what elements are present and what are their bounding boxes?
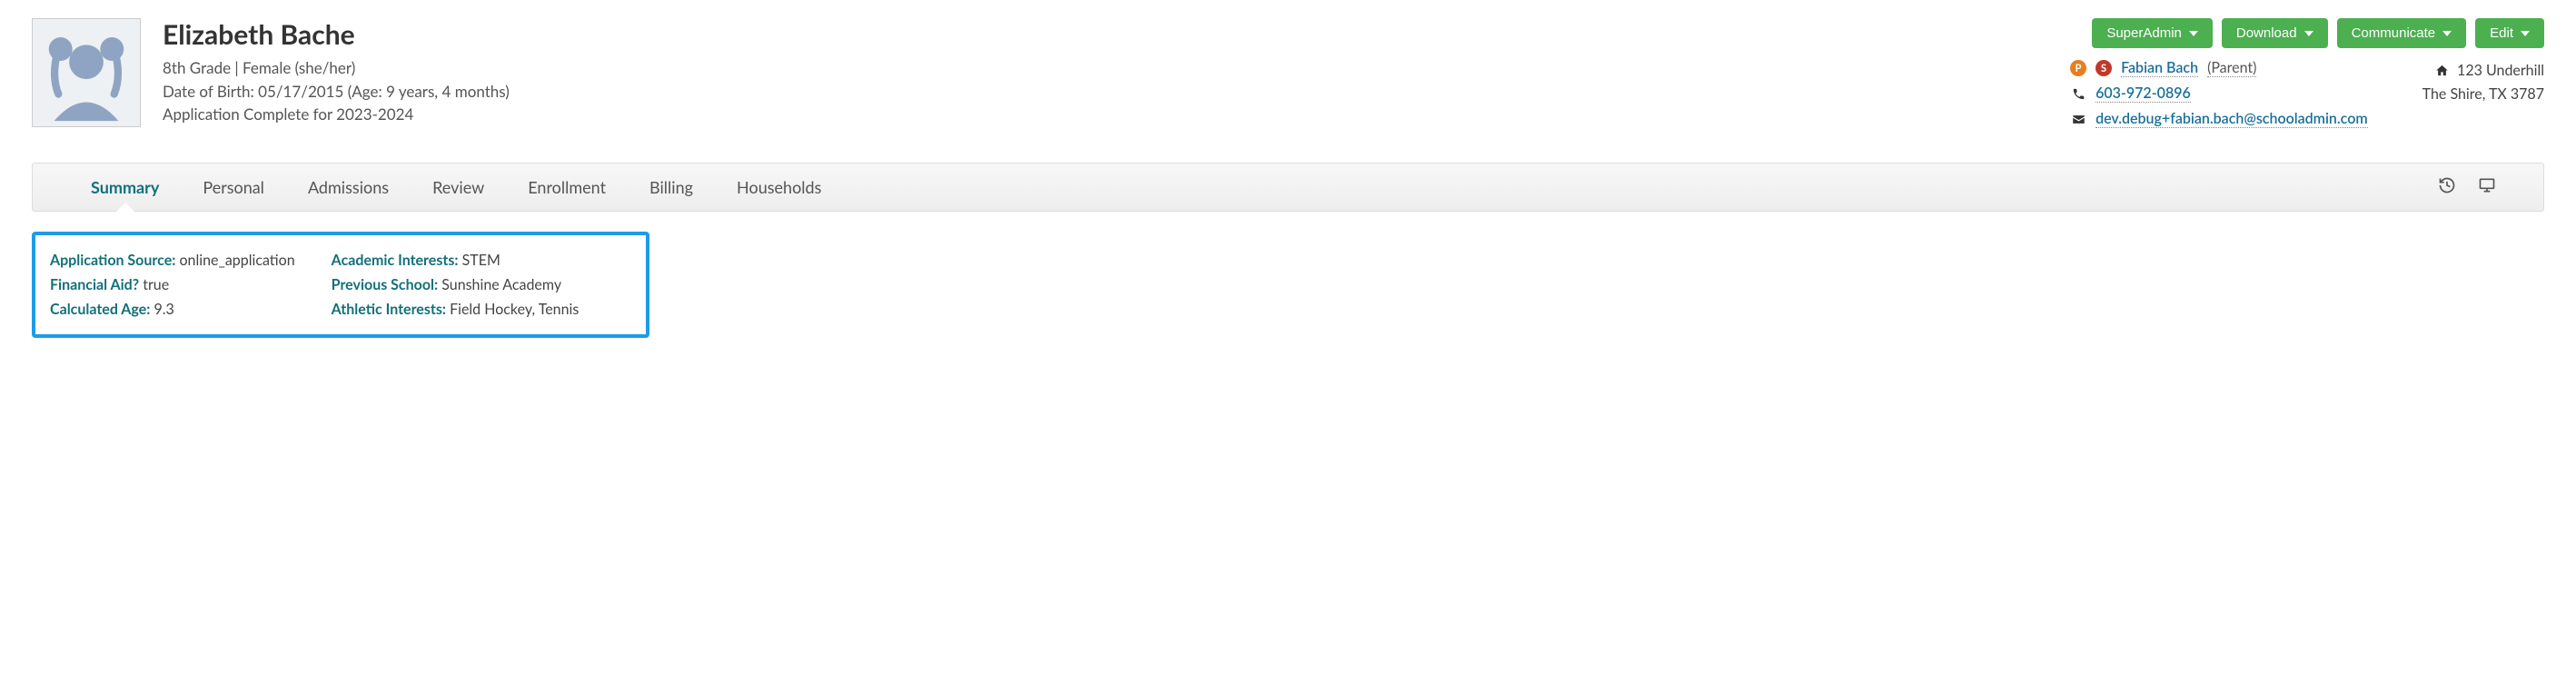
tab-households-label: Households — [737, 177, 821, 197]
app-source-label: Application Source: — [50, 252, 175, 269]
address-line2: The Shire, TX 3787 — [2422, 83, 2544, 106]
contact-phone-line: 603-972-0896 — [2070, 84, 2368, 103]
contact-name-link[interactable]: Fabian Bach — [2121, 59, 2198, 77]
profile-info: Elizabeth Bache 8th Grade | Female (she/… — [163, 18, 2048, 126]
profile-dob: Date of Birth: 05/17/2015 (Age: 9 years,… — [163, 80, 2048, 104]
avatar[interactable] — [32, 18, 141, 127]
edit-button[interactable]: Edit — [2475, 18, 2544, 48]
tab-enrollment-label: Enrollment — [528, 177, 606, 197]
communicate-label: Communicate — [2352, 25, 2436, 41]
chevron-down-icon — [2189, 31, 2198, 36]
address-line1: 123 Underhill — [2457, 59, 2544, 83]
tab-billing-label: Billing — [649, 177, 693, 197]
tab-personal[interactable]: Personal — [181, 164, 286, 211]
chevron-down-icon — [2521, 31, 2530, 36]
prev-school-value: Sunshine Academy — [441, 276, 561, 293]
tab-personal-label: Personal — [203, 177, 264, 197]
acad-int-label: Academic Interests: — [332, 252, 459, 269]
summary-row: Athletic Interests: Field Hockey, Tennis — [332, 301, 580, 318]
profile-status: Application Complete for 2023-2024 — [163, 103, 2048, 126]
tab-review-label: Review — [432, 177, 484, 197]
edit-label: Edit — [2490, 25, 2513, 41]
contact-column: P S Fabian Bach (Parent) 603-972-0896 de… — [2070, 59, 2368, 128]
history-icon[interactable] — [2427, 176, 2467, 199]
summary-row: Financial Aid? true — [50, 276, 295, 293]
action-buttons: SuperAdmin Download Communicate Edit — [2092, 18, 2544, 48]
tabs-bar: Summary Personal Admissions Review Enrol… — [32, 163, 2544, 212]
contact-address: P S Fabian Bach (Parent) 603-972-0896 de… — [2070, 59, 2544, 128]
profile-header: Elizabeth Bache 8th Grade | Female (she/… — [32, 18, 2544, 128]
superadmin-button[interactable]: SuperAdmin — [2092, 18, 2213, 48]
summary-row: Previous School: Sunshine Academy — [332, 276, 580, 293]
communicate-button[interactable]: Communicate — [2337, 18, 2467, 48]
profile-grade-gender: 8th Grade | Female (she/her) — [163, 56, 2048, 80]
ath-int-label: Athletic Interests: — [332, 301, 446, 318]
summary-highlight-box: Application Source: online_application F… — [32, 232, 649, 338]
tab-summary[interactable]: Summary — [69, 164, 181, 211]
download-button[interactable]: Download — [2222, 18, 2328, 48]
tab-admissions-label: Admissions — [308, 177, 389, 197]
primary-badge-icon: P — [2070, 60, 2086, 76]
contact-relation: (Parent) — [2207, 59, 2256, 77]
tab-enrollment[interactable]: Enrollment — [506, 164, 628, 211]
fin-aid-label: Financial Aid? — [50, 276, 139, 293]
contact-name-line: P S Fabian Bach (Parent) — [2070, 59, 2368, 77]
tab-households[interactable]: Households — [715, 164, 843, 211]
home-icon — [2433, 64, 2450, 77]
monitor-icon[interactable] — [2467, 176, 2507, 199]
contact-email-line: dev.debug+fabian.bach@schooladmin.com — [2070, 110, 2368, 128]
download-label: Download — [2236, 25, 2297, 41]
app-source-value: online_application — [179, 252, 294, 269]
address-column: 123 Underhill The Shire, TX 3787 — [2422, 59, 2544, 105]
superadmin-label: SuperAdmin — [2106, 25, 2182, 41]
tab-admissions[interactable]: Admissions — [286, 164, 411, 211]
tab-summary-label: Summary — [91, 177, 159, 197]
phone-icon — [2070, 87, 2086, 101]
summary-row: Academic Interests: STEM — [332, 252, 580, 269]
tab-billing[interactable]: Billing — [628, 164, 715, 211]
summary-col-left: Application Source: online_application F… — [50, 252, 295, 318]
chevron-down-icon — [2442, 31, 2452, 36]
secondary-badge-icon: S — [2095, 60, 2112, 76]
summary-row: Application Source: online_application — [50, 252, 295, 269]
contact-phone-link[interactable]: 603-972-0896 — [2095, 84, 2191, 103]
contact-email-link[interactable]: dev.debug+fabian.bach@schooladmin.com — [2095, 110, 2368, 128]
acad-int-value: STEM — [462, 252, 500, 269]
calc-age-value: 9.3 — [154, 301, 173, 318]
summary-row: Calculated Age: 9.3 — [50, 301, 295, 318]
summary-col-right: Academic Interests: STEM Previous School… — [332, 252, 580, 318]
fin-aid-value: true — [143, 276, 169, 293]
email-icon — [2070, 113, 2086, 126]
header-right: SuperAdmin Download Communicate Edit P S — [2070, 18, 2544, 128]
prev-school-label: Previous School: — [332, 276, 438, 293]
calc-age-label: Calculated Age: — [50, 301, 150, 318]
chevron-down-icon — [2304, 31, 2313, 36]
tab-review[interactable]: Review — [411, 164, 506, 211]
avatar-placeholder-icon — [33, 19, 140, 126]
ath-int-value: Field Hockey, Tennis — [450, 301, 579, 318]
profile-name: Elizabeth Bache — [163, 18, 2048, 51]
